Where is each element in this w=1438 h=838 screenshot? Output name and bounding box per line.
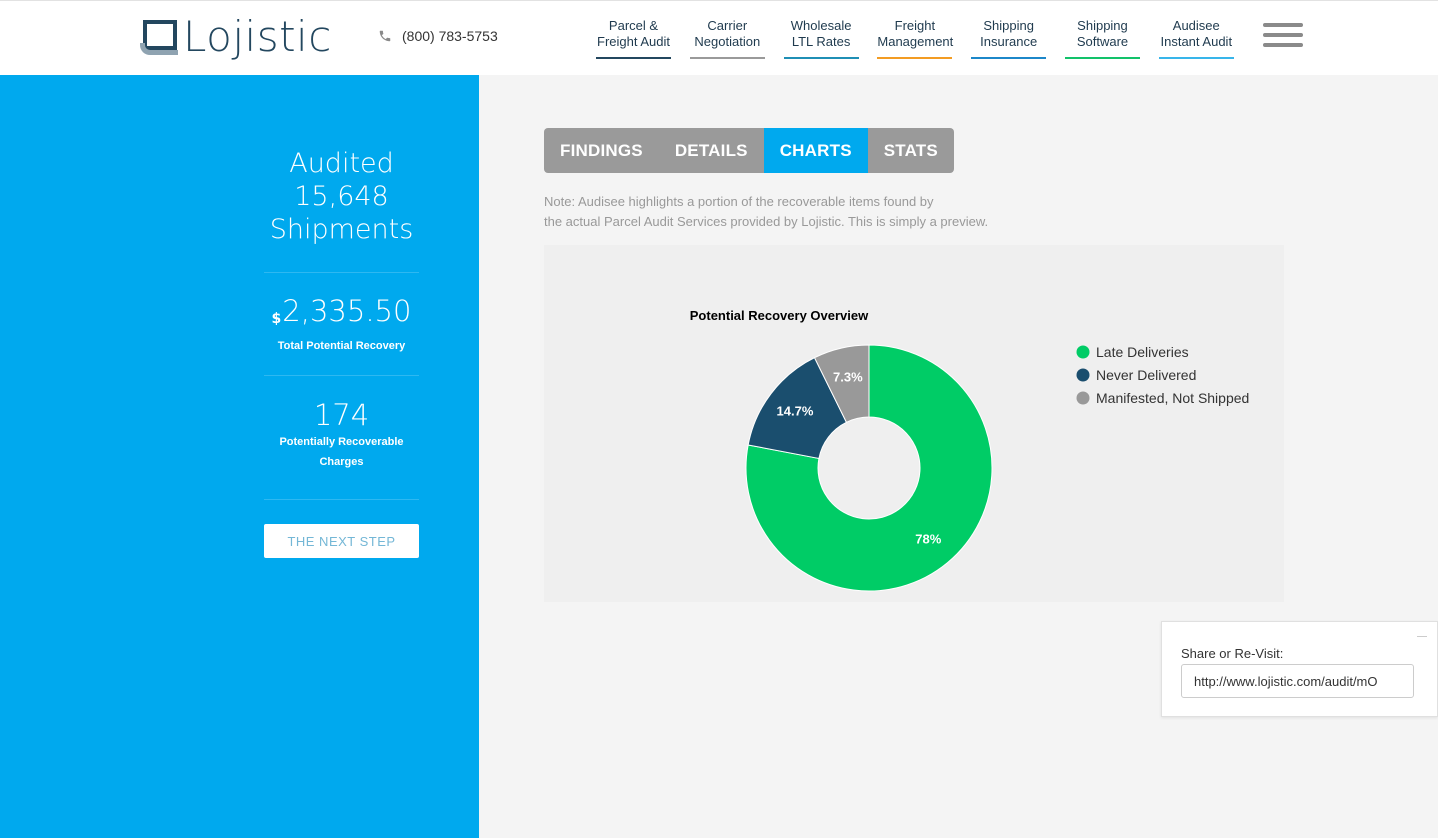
legend-marker [1076,345,1090,359]
audited-count: 15,648 [294,181,389,212]
audited-shipments: Audited 15,648 Shipments [264,147,419,246]
tab-details[interactable]: DETAILS [659,128,764,173]
recoverable-charges-label: Potentially Recoverable Charges [279,436,404,468]
legend-marker [1076,391,1090,405]
legend-item[interactable]: Late Deliveries [1096,344,1189,360]
nav-freight-management[interactable]: Freight Management [877,18,953,59]
nav-wholesale-ltl-rates[interactable]: Wholesale LTL Rates [783,18,859,59]
recovery-donut-chart: Potential Recovery Overview 78% 14.7% 7.3%… [690,308,1249,592]
tab-stats[interactable]: STATS [868,128,954,173]
phone-link[interactable]: (800) 783-5753 [378,28,498,44]
nav-shipping-software[interactable]: Shipping Software [1064,18,1140,59]
chart-title: Potential Recovery Overview [690,308,869,323]
audit-summary-panel: Audited 15,648 Shipments $2,335.50 Total… [0,75,479,838]
nav-shipping-insurance[interactable]: Shipping Insurance [971,18,1047,59]
tab-findings[interactable]: FINDINGS [544,128,659,173]
logo-text: Lojistic [183,12,332,61]
main-nav: Parcel & Freight Audit Carrier Negotiation… [596,18,1253,59]
lojistic-logo[interactable]: Lojistic [140,11,332,63]
divider [264,499,419,500]
share-url-input[interactable] [1181,664,1414,698]
next-step-button[interactable]: THE NEXT STEP [264,524,419,558]
share-panel: Share or Re-Visit: [1161,621,1438,717]
legend-marker [1076,368,1090,382]
hamburger-menu-icon[interactable] [1263,23,1303,55]
site-header: Lojistic (800) 783-5753 Parcel & Freight … [0,0,1438,75]
slice-label: 78% [915,532,941,547]
preview-note: Note: Audisee highlights a portion of th… [544,194,989,229]
slice-label: 7.3% [833,369,863,384]
slice-label: 14.7% [777,404,814,419]
divider [264,375,419,376]
logo-mark-icon [140,17,180,57]
legend-item[interactable]: Never Delivered [1096,367,1196,383]
total-recovery-label: Total Potential Recovery [277,340,406,352]
nav-audisee-instant-audit[interactable]: Audisee Instant Audit [1158,18,1234,59]
tab-charts[interactable]: CHARTS [763,128,868,173]
total-recovery-value: $2,335.50 [271,294,412,328]
recoverable-charges-value: 174 [313,398,370,432]
nav-parcel-freight-audit[interactable]: Parcel & Freight Audit [596,18,671,59]
minimize-icon[interactable] [1417,636,1427,637]
chart-container: Potential Recovery Overview 78% 14.7% 7.3%… [544,245,1284,602]
recoverable-charges-stat: 174 Potentially Recoverable Charges [264,398,419,472]
total-recovery-stat: $2,335.50 Total Potential Recovery [264,294,419,356]
share-label: Share or Re-Visit: [1181,646,1284,661]
results-tabs: FINDINGS DETAILS CHARTS STATS [544,128,954,173]
nav-carrier-negotiation[interactable]: Carrier Negotiation [689,18,765,59]
phone-icon [379,30,391,42]
divider [264,272,419,273]
legend-item[interactable]: Manifested, Not Shipped [1096,390,1249,406]
phone-number: (800) 783-5753 [402,28,498,44]
